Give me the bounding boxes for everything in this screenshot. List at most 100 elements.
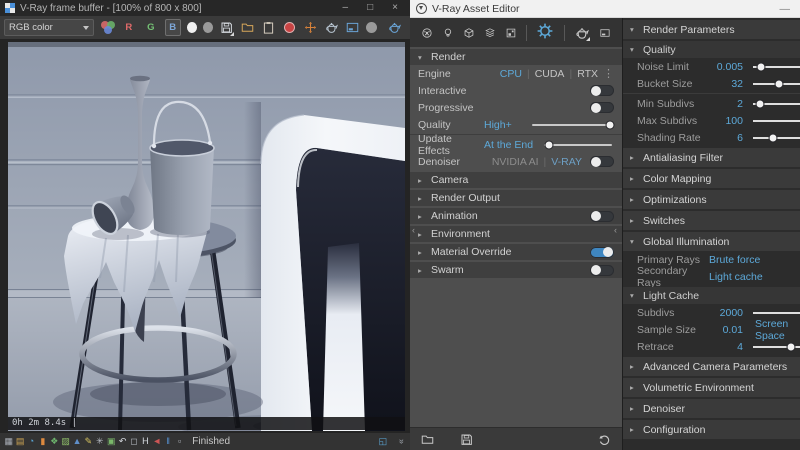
- open-image-icon[interactable]: [240, 20, 255, 36]
- panel-icon[interactable]: ▫: [174, 433, 185, 450]
- engine-option-rtx[interactable]: RTX: [577, 68, 598, 80]
- render-last-icon[interactable]: [386, 20, 402, 36]
- shading-rate-row: Shading Rate 6: [623, 129, 800, 146]
- gray-sphere-icon[interactable]: [203, 22, 213, 33]
- show-vfb-icon[interactable]: [345, 20, 360, 36]
- render-parameters-header[interactable]: ▾ Render Parameters: [623, 20, 800, 39]
- denoiser-option-nvidia[interactable]: NVIDIA AI: [492, 156, 539, 168]
- stereo-icon[interactable]: ‖: [162, 433, 173, 450]
- ab-compare-icon[interactable]: ◄: [151, 433, 162, 450]
- section-environment[interactable]: ▸ Environment: [410, 226, 622, 242]
- hue-saturation-icon[interactable]: ▨: [60, 433, 71, 450]
- update-effects-slider[interactable]: [544, 144, 612, 146]
- pixel-info-icon[interactable]: ◔: [26, 433, 37, 450]
- section-configuration[interactable]: ▸ Configuration: [623, 420, 800, 439]
- caret-right-icon: ▸: [418, 194, 426, 203]
- secondary-rays-value[interactable]: Light cache: [709, 271, 763, 283]
- rgb-channels-icon[interactable]: [100, 20, 115, 35]
- denoiser-option-vray[interactable]: V-RAY: [551, 156, 582, 168]
- layout-icon[interactable]: ▦: [3, 433, 14, 450]
- quality-row: Quality High+: [410, 116, 622, 133]
- maximize-button[interactable]: □: [367, 0, 373, 16]
- min-subdivs-slider[interactable]: [753, 103, 800, 105]
- section-color-mapping[interactable]: ▸ Color Mapping: [623, 169, 800, 188]
- section-denoiser[interactable]: ▸ Denoiser: [623, 399, 800, 418]
- geometry-icon[interactable]: [463, 24, 475, 42]
- swarm-toggle[interactable]: [590, 265, 614, 276]
- engine-option-cuda[interactable]: CUDA: [535, 68, 565, 80]
- save-settings-icon[interactable]: [459, 432, 474, 447]
- max-subdivs-slider[interactable]: [753, 120, 800, 122]
- titlebar-dash[interactable]: —: [780, 3, 795, 15]
- section-material-override[interactable]: ▸ Material Override: [410, 244, 622, 260]
- exposure-icon[interactable]: ✳: [94, 433, 105, 450]
- save-image-icon[interactable]: [219, 20, 234, 36]
- green-channel-button[interactable]: G: [143, 19, 159, 36]
- collapse-icon[interactable]: »: [393, 436, 410, 447]
- progressive-toggle[interactable]: [590, 102, 614, 113]
- color-balance-icon[interactable]: ▲: [71, 433, 82, 450]
- section-camera[interactable]: ▸ Camera: [410, 172, 622, 188]
- white-sphere-icon[interactable]: [187, 22, 197, 33]
- lights-icon[interactable]: [442, 24, 454, 42]
- render-teapot-icon[interactable]: [574, 25, 590, 41]
- bucket-size-slider[interactable]: [753, 83, 800, 85]
- minimize-button[interactable]: –: [343, 0, 349, 16]
- section-swarm[interactable]: ▸ Swarm: [410, 262, 622, 278]
- section-render-output[interactable]: ▸ Render Output: [410, 190, 622, 206]
- engine-option-cpu[interactable]: CPU: [500, 68, 522, 80]
- asset-editor-panel: ▾ Render Engine CPU | CUDA | RTX ⋮ Inter…: [410, 18, 622, 450]
- region-sphere-icon[interactable]: [366, 22, 377, 33]
- histogram-icon[interactable]: ▤: [14, 433, 25, 450]
- section-antialiasing-filter[interactable]: ▸ Antialiasing Filter: [623, 148, 800, 167]
- red-channel-button[interactable]: R: [121, 19, 137, 36]
- light-cache-section-header[interactable]: ▾ Light Cache: [623, 287, 800, 304]
- section-switches[interactable]: ▸ Switches: [623, 211, 800, 230]
- background-image-icon[interactable]: ▣: [106, 433, 117, 450]
- frame-buffer-icon[interactable]: [599, 24, 611, 42]
- revert-settings-icon[interactable]: [597, 432, 612, 447]
- panel-collapse-right-arrow[interactable]: ‹: [614, 225, 617, 235]
- retrace-slider[interactable]: [753, 346, 800, 348]
- noise-limit-slider[interactable]: [753, 66, 800, 68]
- quality-section-header[interactable]: ▾ Quality: [623, 41, 800, 58]
- materials-icon[interactable]: [421, 24, 433, 42]
- section-volumetric-environment[interactable]: ▸ Volumetric Environment: [623, 378, 800, 397]
- channel-select[interactable]: RGB color: [4, 19, 94, 36]
- primary-rays-value[interactable]: Brute force: [709, 254, 760, 266]
- animation-toggle[interactable]: [590, 211, 614, 222]
- stop-render-icon[interactable]: [282, 20, 297, 36]
- history-icon[interactable]: H: [140, 433, 151, 450]
- clipboard-icon[interactable]: [261, 20, 276, 36]
- section-optimizations[interactable]: ▸ Optimizations: [623, 190, 800, 209]
- close-button[interactable]: ×: [392, 0, 398, 16]
- section-advanced-camera-parameters[interactable]: ▸ Advanced Camera Parameters: [623, 357, 800, 376]
- curves-icon[interactable]: ↶: [117, 433, 128, 450]
- shading-rate-slider[interactable]: [753, 137, 800, 139]
- material-override-toggle[interactable]: [590, 247, 614, 258]
- white-balance-icon[interactable]: ❖: [49, 433, 60, 450]
- blue-channel-button[interactable]: B: [165, 19, 181, 36]
- force-clamp-icon[interactable]: ▮: [37, 433, 48, 450]
- dock-icon[interactable]: ◱: [377, 433, 388, 450]
- open-settings-icon[interactable]: [420, 432, 435, 447]
- levels-icon[interactable]: ✎: [83, 433, 94, 450]
- subdivs-slider[interactable]: [753, 312, 800, 314]
- render-elements-icon[interactable]: [505, 24, 517, 42]
- section-animation[interactable]: ▸ Animation: [410, 208, 622, 224]
- caret-right-icon: ▸: [630, 153, 638, 162]
- lut-icon[interactable]: ◻: [128, 433, 139, 450]
- panel-collapse-left-arrow[interactable]: ‹: [412, 225, 415, 235]
- textures-icon[interactable]: [484, 24, 496, 42]
- quality-slider[interactable]: [532, 124, 612, 126]
- render-teapot-icon[interactable]: [324, 20, 339, 36]
- caret-right-icon: ▸: [418, 230, 426, 239]
- render-section-header[interactable]: ▾ Render: [410, 49, 622, 65]
- pan-icon[interactable]: [303, 20, 318, 36]
- interactive-toggle[interactable]: [590, 85, 614, 96]
- kebab-menu-icon[interactable]: ⋮: [603, 67, 614, 80]
- denoiser-toggle[interactable]: [590, 156, 614, 167]
- settings-gear-icon[interactable]: [535, 21, 555, 44]
- frame-buffer-titlebar: V-Ray frame buffer - [100% of 800 x 800]…: [0, 0, 410, 16]
- section-global-illumination[interactable]: ▾ Global Illumination: [623, 232, 800, 251]
